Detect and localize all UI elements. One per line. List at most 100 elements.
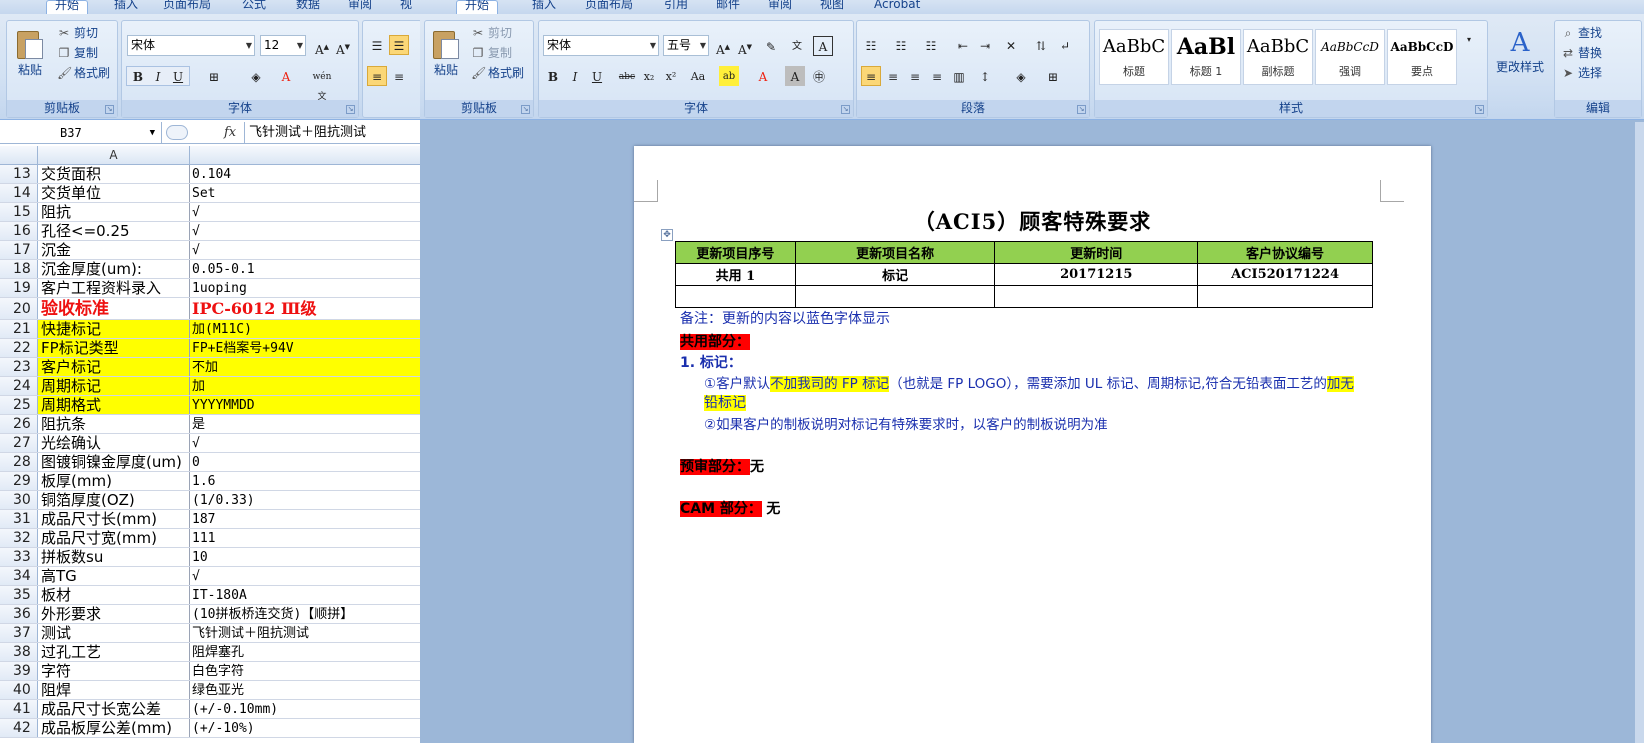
table-cell[interactable]: 标记 <box>794 263 996 286</box>
dialog-launcher-icon[interactable]: ↘ <box>1475 105 1484 114</box>
cell-a[interactable]: 快捷标记 <box>38 320 190 338</box>
word-cut-button[interactable]: ✂ 剪切 <box>471 24 512 43</box>
cell-b[interactable]: IT-180A <box>190 586 420 604</box>
row-header[interactable]: 37 <box>0 624 38 642</box>
align-middle-icon[interactable]: ☰ <box>389 35 409 55</box>
word-paste-button[interactable]: 粘贴 <box>429 27 463 78</box>
row-header[interactable]: 17 <box>0 241 38 259</box>
cell-a[interactable]: FP标记类型 <box>38 339 190 357</box>
strikethrough-icon[interactable]: abc <box>617 66 637 86</box>
cell-a[interactable]: 高TG <box>38 567 190 585</box>
row-header[interactable]: 36 <box>0 605 38 623</box>
formula-input[interactable]: 飞针测试＋阻抗测试 <box>244 122 366 144</box>
word-tab-references[interactable]: 引用 <box>664 0 688 14</box>
table-cell-empty[interactable] <box>1197 285 1373 308</box>
cell-b[interactable]: √ <box>190 203 420 221</box>
cell-b[interactable]: 绿色亚光 <box>190 681 420 699</box>
change-case-icon[interactable]: Aa <box>685 66 711 86</box>
cell-a[interactable]: 光绘确认 <box>38 434 190 452</box>
cell-b[interactable]: (1/0.33) <box>190 491 420 509</box>
table-cell-empty[interactable] <box>994 285 1199 308</box>
cell-b[interactable]: YYYYMMDD <box>190 396 420 414</box>
table-move-handle-icon[interactable]: ✥ <box>661 229 673 241</box>
row-header[interactable]: 28 <box>0 453 38 471</box>
line-spacing-icon[interactable]: ↕ <box>975 66 995 86</box>
cell-b[interactable]: 187 <box>190 510 420 528</box>
underline-icon[interactable]: U <box>168 66 188 86</box>
cell-a[interactable]: 过孔工艺 <box>38 643 190 661</box>
find-button[interactable]: ⌕ 查找 <box>1561 24 1602 43</box>
font-color-icon[interactable]: A <box>753 66 773 86</box>
numbering-icon[interactable]: ☷ <box>891 35 911 55</box>
cell-b[interactable]: 10 <box>190 548 420 566</box>
excel-copy-button[interactable]: ❐ 复制 <box>57 44 98 63</box>
row-header[interactable]: 27 <box>0 434 38 452</box>
cell-b[interactable]: √ <box>190 434 420 452</box>
align-top-icon[interactable]: ☰ <box>367 35 387 55</box>
highlight-icon[interactable]: ab <box>719 66 739 86</box>
excel-tab-review[interactable]: 审阅 <box>348 0 372 14</box>
underline-icon[interactable]: U <box>587 66 607 86</box>
cell-b[interactable]: 阻焊塞孔 <box>190 643 420 661</box>
cell-a[interactable]: 成品尺寸长宽公差 <box>38 700 190 718</box>
column-header-a[interactable]: A <box>38 146 190 165</box>
char-border-icon[interactable]: A <box>813 36 833 56</box>
dialog-launcher-icon[interactable]: ↘ <box>105 105 114 114</box>
justify-icon[interactable]: ≡ <box>927 66 947 86</box>
style-strong[interactable]: AaBbCcD 要点 <box>1387 29 1457 85</box>
row-header[interactable]: 31 <box>0 510 38 528</box>
row-header[interactable]: 32 <box>0 529 38 547</box>
excel-tab-data[interactable]: 数据 <box>296 0 320 14</box>
cell-a[interactable]: 阻焊 <box>38 681 190 699</box>
align-right-icon[interactable]: ≡ <box>905 66 925 86</box>
cell-b[interactable]: 111 <box>190 529 420 547</box>
word-tab-mailings[interactable]: 邮件 <box>716 0 740 14</box>
cell-b[interactable]: 0.104 <box>190 165 420 183</box>
excel-tab-formulas[interactable]: 公式 <box>242 0 266 14</box>
cell-a[interactable]: 图镀铜镍金厚度(um) <box>38 453 190 471</box>
cell-a[interactable]: 成品尺寸长(mm) <box>38 510 190 528</box>
row-header[interactable]: 16 <box>0 222 38 240</box>
row-header[interactable]: 35 <box>0 586 38 604</box>
bullets-icon[interactable]: ☷ <box>861 35 881 55</box>
replace-button[interactable]: ⇄ 替换 <box>1561 44 1602 63</box>
row-header[interactable]: 15 <box>0 203 38 221</box>
multilevel-list-icon[interactable]: ☷ <box>921 35 941 55</box>
phonetic-icon[interactable]: wén 文 <box>308 66 336 102</box>
row-header[interactable]: 33 <box>0 548 38 566</box>
cell-b[interactable]: (+/-0.10mm) <box>190 700 420 718</box>
phonetic-guide-icon[interactable]: 文 <box>787 36 807 56</box>
table-cell[interactable]: ACI520171224 <box>1197 263 1373 286</box>
row-header[interactable]: 34 <box>0 567 38 585</box>
cell-a[interactable]: 周期格式 <box>38 396 190 414</box>
bold-icon[interactable]: B <box>543 66 563 86</box>
row-header[interactable]: 40 <box>0 681 38 699</box>
table-cell-empty[interactable] <box>675 285 796 308</box>
cell-b[interactable]: FP+E档案号+94V <box>190 339 420 357</box>
word-tab-insert[interactable]: 插入 <box>532 0 556 14</box>
align-left-icon[interactable]: ≡ <box>861 66 881 86</box>
cell-a[interactable]: 客户标记 <box>38 358 190 376</box>
cell-b[interactable]: (10拼板桥连交货)【顺拼】 <box>190 605 420 623</box>
table-cell[interactable]: 20171215 <box>994 263 1199 286</box>
excel-tab-view[interactable]: 视 <box>400 0 412 14</box>
italic-icon[interactable]: I <box>565 66 585 86</box>
word-font-size-combo[interactable]: 五号 ▼ <box>663 35 709 56</box>
subscript-icon[interactable]: x₂ <box>639 66 659 86</box>
row-header[interactable]: 39 <box>0 662 38 680</box>
excel-paste-button[interactable]: 粘贴 <box>13 27 47 78</box>
cell-a[interactable]: 沉金 <box>38 241 190 259</box>
cell-a[interactable]: 测试 <box>38 624 190 642</box>
cell-b[interactable]: 0.05-0.1 <box>190 260 420 278</box>
cell-a[interactable]: 板厚(mm) <box>38 472 190 490</box>
cell-a[interactable]: 拼板数su <box>38 548 190 566</box>
row-header[interactable]: 25 <box>0 396 38 414</box>
cell-a[interactable]: 铜箔厚度(OZ) <box>38 491 190 509</box>
dialog-launcher-icon[interactable]: ↘ <box>346 105 355 114</box>
select-all-corner[interactable] <box>0 146 38 165</box>
name-box[interactable]: B37 ▼ <box>0 122 162 144</box>
cell-a[interactable]: 阻抗 <box>38 203 190 221</box>
dialog-launcher-icon[interactable]: ↘ <box>1077 105 1086 114</box>
row-header[interactable]: 41 <box>0 700 38 718</box>
row-header[interactable]: 23 <box>0 358 38 376</box>
